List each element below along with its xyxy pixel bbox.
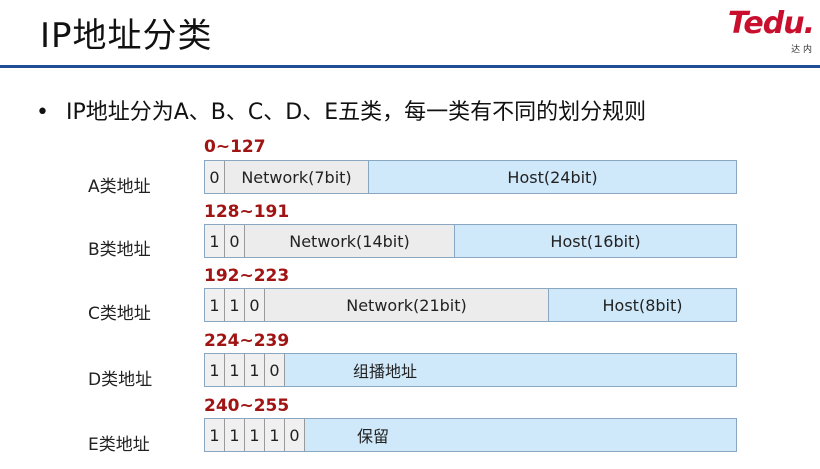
bit-cell: 1 — [225, 419, 245, 451]
network-field: Network(14bit) — [245, 225, 455, 257]
range-class-c: 192~223 — [204, 266, 290, 286]
bit-cell: 0 — [285, 419, 305, 451]
bit-cell: 1 — [205, 354, 225, 386]
bit-cell: 1 — [245, 354, 265, 386]
network-field: Network(21bit) — [265, 289, 549, 321]
label-class-e: E类地址 — [88, 435, 150, 455]
tedu-logo: Tedu. 达 内 — [727, 6, 815, 55]
bit-cell: 0 — [225, 225, 245, 257]
label-class-b: B类地址 — [88, 240, 151, 260]
bit-cell: 0 — [205, 161, 225, 193]
label-class-d: D类地址 — [88, 370, 153, 390]
bullet-point: • IP地址分为A、B、C、D、E五类，每一类有不同的划分规则 — [36, 94, 646, 126]
bit-cell: 0 — [245, 289, 265, 321]
page-title: IP地址分类 — [40, 16, 213, 56]
range-class-d: 224~239 — [204, 331, 290, 351]
bit-cell: 1 — [265, 419, 285, 451]
bit-cell: 0 — [265, 354, 285, 386]
bullet-text: IP地址分为A、B、C、D、E五类，每一类有不同的划分规则 — [66, 100, 647, 125]
range-class-e: 240~255 — [204, 396, 290, 416]
label-class-c: C类地址 — [88, 304, 151, 324]
bit-cell: 1 — [205, 225, 225, 257]
range-class-a: 0~127 — [204, 137, 266, 157]
bit-cell: 1 — [205, 419, 225, 451]
bar-class-a: 0 Network(7bit) Host(24bit) — [204, 160, 737, 194]
reserved-field: 保留 — [305, 419, 736, 451]
host-field: Host(24bit) — [369, 161, 736, 193]
logo-subtitle: 达 内 — [791, 45, 812, 55]
multicast-field: 组播地址 — [285, 354, 736, 386]
bar-class-b: 1 0 Network(14bit) Host(16bit) — [204, 224, 737, 258]
network-field: Network(7bit) — [225, 161, 369, 193]
bit-cell: 1 — [205, 289, 225, 321]
host-field: Host(8bit) — [549, 289, 736, 321]
range-class-b: 128~191 — [204, 202, 290, 222]
label-class-a: A类地址 — [88, 177, 151, 197]
bullet-dot-icon: • — [36, 100, 49, 125]
host-field: Host(16bit) — [455, 225, 736, 257]
bit-cell: 1 — [225, 354, 245, 386]
header-divider — [0, 65, 820, 68]
bit-cell: 1 — [225, 289, 245, 321]
reserved-text: 保留 — [357, 427, 390, 446]
multicast-text: 组播地址 — [353, 362, 418, 381]
bit-cell: 1 — [245, 419, 265, 451]
logo-wordmark: Tedu. — [727, 6, 815, 41]
bar-class-e: 1 1 1 1 0 保留 — [204, 418, 737, 452]
bar-class-d: 1 1 1 0 组播地址 — [204, 353, 737, 387]
bar-class-c: 1 1 0 Network(21bit) Host(8bit) — [204, 288, 737, 322]
